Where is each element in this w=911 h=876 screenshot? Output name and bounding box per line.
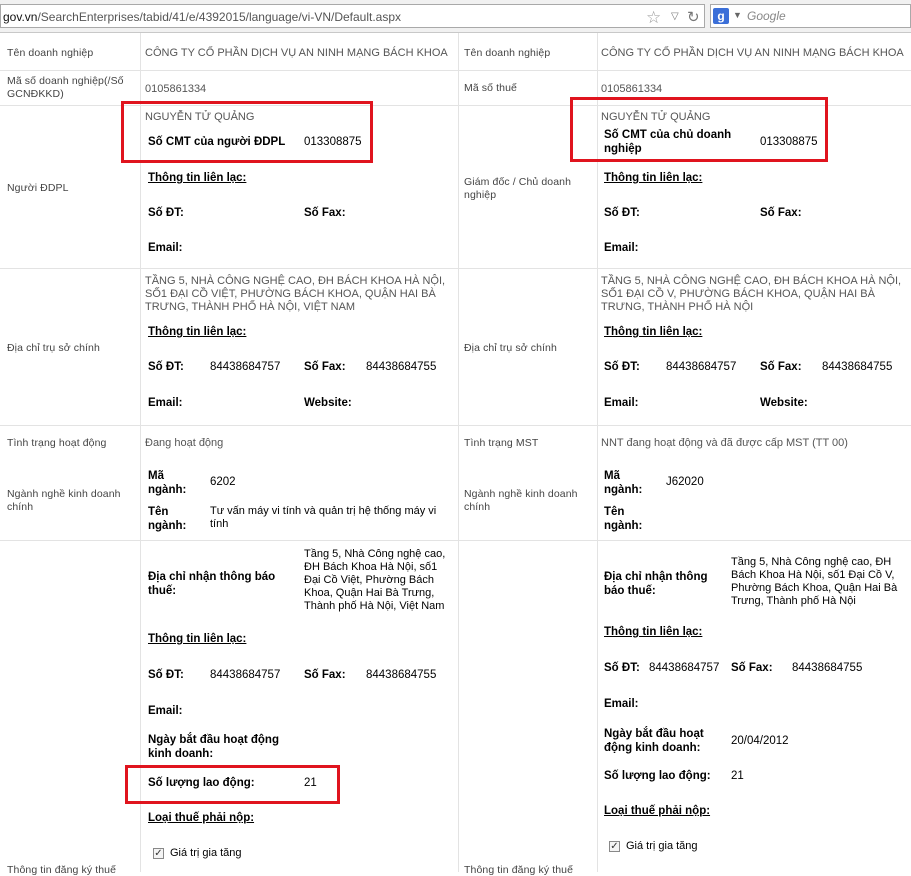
so-fax-label: Số Fax: [304,361,346,373]
giam-doc-label: Giám đốc / Chủ doanh nghiệp [464,176,572,201]
so-fax-value: 84438684755 [366,669,437,681]
website-label: Website: [304,397,352,409]
so-dt-label: Số ĐT: [148,669,184,681]
lien-lac-heading: Thông tin liên lạc: [604,172,703,184]
ma-nganh-label: Mã ngành: [148,470,187,496]
divider [0,268,911,269]
so-dt-label: Số ĐT: [604,207,640,219]
so-dt-label: Số ĐT: [148,207,184,219]
address-bar[interactable]: gov.vn/SearchEnterprises/tabid/41/e/4392… [0,4,705,28]
so-dt-label: Số ĐT: [604,361,640,373]
so-luong-label: Số lượng lao động: [604,770,711,782]
ten-dn-label: Tên doanh nghiệp [7,47,94,59]
highlight-box [125,765,340,804]
ngay-bd-label: Ngày bắt đầu hoạt động kinh doanh: [148,734,279,760]
tinh-trang-value: NNT đang hoạt động và đã được cấp MST (T… [601,437,848,449]
so-fax-value: 84438684755 [792,662,863,674]
mst-value: 0105861334 [601,83,663,95]
so-fax-value: 84438684755 [822,361,893,373]
email-label: Email: [604,242,639,254]
ma-nganh-value: 6202 [210,476,236,488]
gtgt-label: Giá trị gia tăng [626,840,698,852]
lien-lac-heading: Thông tin liên lạc: [148,326,247,338]
ma-nganh-value: J62020 [666,476,704,488]
dia-chi-value: TẦNG 5, NHÀ CÔNG NGHỆ CAO, ĐH BÁCH KHOA … [601,275,902,313]
so-luong-value: 21 [731,770,744,782]
tinh-trang-label: Tình trạng hoạt động [7,437,107,449]
lien-lac-heading: Thông tin liên lạc: [604,626,703,638]
loai-thue-heading: Loại thuế phải nộp: [148,812,255,824]
ngay-bd-value: 20/04/2012 [731,735,789,747]
nganh-label: Ngành nghề kinh doanh chính [7,488,121,513]
so-dt-value: 84438684757 [210,669,281,681]
ten-dn-label: Tên doanh nghiệp [464,47,551,59]
highlight-box [121,101,373,163]
google-logo-icon: g [713,8,729,24]
lien-lac-heading: Thông tin liên lạc: [148,172,247,184]
tinh-trang-label: Tình trạng MST [464,437,539,449]
loai-thue-heading: Loại thuế phải nộp: [604,805,711,817]
website-label: Website: [760,397,808,409]
divider [0,540,911,541]
dc-thue-label: Địa chỉ nhận thông báo thuế: [148,571,276,597]
so-fax-label: Số Fax: [760,361,802,373]
search-engine-dropdown-icon[interactable]: ▼ [733,10,742,20]
ma-so-label: Mã số doanh nghiệp(/Số GCNĐKKD) [7,75,124,100]
search-placeholder: Google [747,9,786,23]
nguoi-ddpl-label: Người ĐDPL [7,182,69,194]
email-label: Email: [148,242,183,254]
reload-icon[interactable]: ↻ [687,8,700,26]
email-label: Email: [604,698,639,710]
gtgt-checkbox[interactable]: ✓ [153,848,164,859]
history-dropdown-icon[interactable]: ▽ [671,11,679,22]
nganh-label: Ngành nghề kinh doanh chính [464,488,578,513]
dia-chi-label: Địa chỉ trụ sở chính [464,342,557,354]
dc-thue-value: Tầng 5, Nhà Công nghệ cao, ĐH Bách Khoa … [731,556,898,607]
dia-chi-value: TẦNG 5, NHÀ CÔNG NGHỆ CAO, ĐH BÁCH KHOA … [145,275,446,313]
ten-dn-value: CÔNG TY CỔ PHẦN DỊCH VỤ AN NINH MẠNG BÁC… [145,47,448,59]
divider [0,70,911,71]
so-dt-label: Số ĐT: [148,361,184,373]
so-fax-label: Số Fax: [760,207,802,219]
so-fax-value: 84438684755 [366,361,437,373]
lien-lac-heading: Thông tin liên lạc: [148,633,247,645]
lien-lac-heading: Thông tin liên lạc: [604,326,703,338]
ma-so-value: 0105861334 [145,83,207,95]
divider [458,33,459,872]
ngay-bd-label: Ngày bắt đầu hoạt động kinh doanh: [604,728,704,754]
so-dt-value: 84438684757 [649,662,720,674]
thue-label: Thông tin đăng ký thuế [7,864,117,876]
email-label: Email: [604,397,639,409]
thue-label: Thông tin đăng ký thuế [464,864,574,876]
dia-chi-label: Địa chỉ trụ sở chính [7,342,100,354]
gtgt-checkbox[interactable]: ✓ [609,841,620,852]
so-dt-label: Số ĐT: [604,662,640,674]
so-fax-label: Số Fax: [731,662,773,674]
ten-nganh-value: Tư vấn máy vi tính và quản trị hệ thống … [210,505,437,530]
url-text: gov.vn/SearchEnterprises/tabid/41/e/4392… [3,10,402,24]
so-fax-label: Số Fax: [304,207,346,219]
email-label: Email: [148,705,183,717]
dc-thue-label: Địa chỉ nhận thông báo thuế: [604,571,708,597]
gtgt-label: Giá trị gia tăng [170,847,242,859]
divider [0,425,911,426]
so-dt-value: 84438684757 [210,361,281,373]
tinh-trang-value: Đang hoạt động [145,437,224,449]
bookmark-star-icon[interactable]: ☆ [646,8,661,28]
ma-nganh-label: Mã ngành: [604,470,643,496]
dc-thue-value: Tầng 5, Nhà Công nghệ cao, ĐH Bách Khoa … [304,548,446,612]
so-dt-value: 84438684757 [666,361,737,373]
mst-label: Mã số thuế [464,82,517,94]
highlight-box [570,97,828,162]
so-fax-label: Số Fax: [304,669,346,681]
ten-nganh-label: Tên ngành: [148,506,187,532]
email-label: Email: [148,397,183,409]
browser-toolbar: gov.vn/SearchEnterprises/tabid/41/e/4392… [0,0,911,33]
search-box[interactable]: g ▼ Google [710,4,911,28]
ten-dn-value: CÔNG TY CỔ PHẦN DỊCH VỤ AN NINH MẠNG BÁC… [601,47,904,59]
ten-nganh-label: Tên ngành: [604,506,643,532]
